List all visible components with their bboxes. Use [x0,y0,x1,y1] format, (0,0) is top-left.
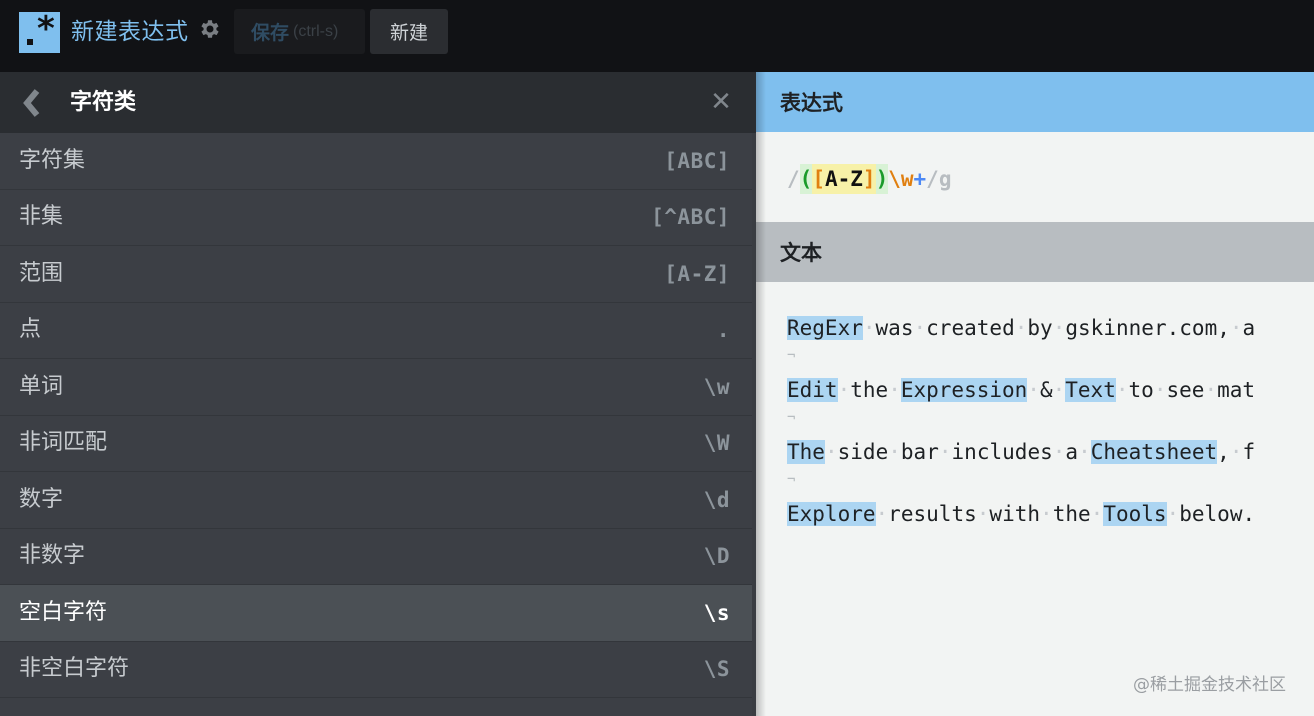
plain-text: ·was·created·by·gskinner.com,·a [862,316,1256,340]
plain-text: ·to·see·mat [1115,378,1256,402]
sidebar-item-label: 范围 [19,260,64,286]
sidebar-item-code: \s [703,600,730,625]
sidebar-item[interactable]: 非集 [^ABC] [0,190,752,246]
plain-text: ·the· [837,378,901,402]
plain-text: ·results·with·the· [875,502,1104,526]
sidebar-item[interactable]: 单词 \w [0,359,752,416]
new-button[interactable]: 新建 [370,9,448,54]
expression-section-title: 表达式 [780,91,843,115]
plain-text: ·&· [1027,378,1066,402]
sidebar-item-code: \d [703,487,730,512]
plain-text: ·side·bar·includes·a· [824,440,1091,464]
sidebar-title: 字符类 [70,90,137,115]
match-highlight[interactable]: RegExr [787,316,863,340]
match-highlight[interactable]: Cheatsheet [1090,440,1218,464]
sidebar-item-label: 空白字符 [19,599,108,625]
sidebar-item-label: 点 [19,317,42,343]
expression-editor[interactable]: /([A-Z])\w+/g [756,132,1314,222]
expression-token-brk: [ [812,164,825,194]
sidebar-item[interactable]: 字符集 [ABC] [0,133,752,190]
newline-marker: ¬ [787,472,796,488]
sidebar-item-label: 非空白字符 [19,656,130,682]
expression-token-esc: \w [888,167,914,191]
sidebar-item-code: [A-Z] [664,261,730,286]
sidebar-item-code: [^ABC] [651,205,730,230]
text-section-title: 文本 [780,241,822,265]
regex-logo-icon[interactable]: * [19,9,60,53]
expression-token-paren: ) [875,164,889,194]
sidebar-item-code: \W [703,431,730,456]
top-bar: * 新建表达式 保存 (ctrl-s) 新建 [0,0,1314,72]
chevron-left-icon[interactable] [20,88,44,118]
sidebar-item-label: 数字 [19,486,64,512]
expression-header: 表达式 [756,72,1314,132]
sidebar-item[interactable]: 非数字 \D [0,529,752,585]
sidebar-item[interactable]: 数字 \d [0,472,752,529]
text-line: The·side·bar·includes·a·Cheatsheet,·f [787,437,1314,468]
match-highlight[interactable]: Text [1065,378,1116,402]
watermark: @稀土掘金技术社区 [1133,675,1286,695]
expression-token-paren: ( [799,164,813,194]
newline-marker: ¬ [787,410,796,426]
sidebar-item[interactable]: 非词匹配 \W [0,416,752,472]
sidebar-item-label: 单词 [19,373,64,399]
sidebar-item-label: 字符集 [19,147,86,173]
save-label: 保存 [251,22,290,44]
sidebar-item[interactable]: 非空白字符 \S [0,642,752,698]
save-button[interactable]: 保存 (ctrl-s) [234,9,365,54]
close-icon[interactable]: ✕ [709,89,733,115]
expression-input[interactable]: /([A-Z])\w+/g [787,164,951,194]
expression-token-brk: ] [862,164,876,194]
sidebar-header: 字符类 ✕ [0,72,756,133]
sidebar-item-label: 非词匹配 [19,430,108,456]
gear-icon[interactable] [197,17,221,41]
match-highlight[interactable]: Edit [787,378,838,402]
cheatsheet-list: 字符集 [ABC] 非集 [^ABC] 范围 [A-Z] 点. 单词 \w 非词匹配 \W 数字 \d 非… [0,133,752,698]
sidebar: 字符类 ✕ 字符集 [ABC] 非集 [^ABC] 范围 [A-Z] 点. 单词 \w 非词匹配 \… [0,72,756,716]
text-line: Edit·the·Expression·&·Text·to·see·mat [787,375,1314,406]
sidebar-item-code: [ABC] [664,148,730,173]
match-highlight[interactable]: Tools [1103,502,1167,526]
sidebar-item-label: 非集 [19,204,64,230]
expression-token-flag: g [938,167,952,191]
sidebar-item[interactable]: 范围 [A-Z] [0,246,752,303]
expression-token-chr: A-Z [824,164,863,194]
sidebar-item-label: 非数字 [19,543,86,569]
sidebar-item-code: \w [703,374,730,399]
sidebar-item-code: . [716,318,730,343]
expression-token-slash: / [926,167,939,191]
expression-title[interactable]: 新建表达式 [71,15,189,49]
sidebar-item-code: \D [703,544,730,569]
plain-text: ,·f [1217,440,1256,464]
expression-token-slash: / [787,167,800,191]
newline-marker: ¬ [787,348,796,364]
text-line: Explore·results·with·the·Tools·below. [787,499,1314,530]
expression-token-quant: + [913,167,927,191]
match-highlight[interactable]: Explore [787,502,876,526]
match-highlight[interactable]: The [787,440,825,464]
plain-text: ·below. [1166,502,1256,526]
sidebar-item[interactable]: 点. [0,303,752,359]
sidebar-item[interactable]: 空白字符 \s [0,585,752,642]
text-editor[interactable]: RegExr·was·created·by·gskinner.com,·a ¬ Ed… [756,282,1314,530]
text-line: RegExr·was·created·by·gskinner.com,·a [787,313,1314,344]
text-header: 文本 [756,222,1314,282]
match-highlight[interactable]: Expression [900,378,1028,402]
save-shortcut-hint: (ctrl-s) [293,22,339,40]
editor-pane: 表达式 /([A-Z])\w+/g 文本 RegExr·was·created·… [756,72,1314,716]
sidebar-item-code: \S [703,657,730,682]
